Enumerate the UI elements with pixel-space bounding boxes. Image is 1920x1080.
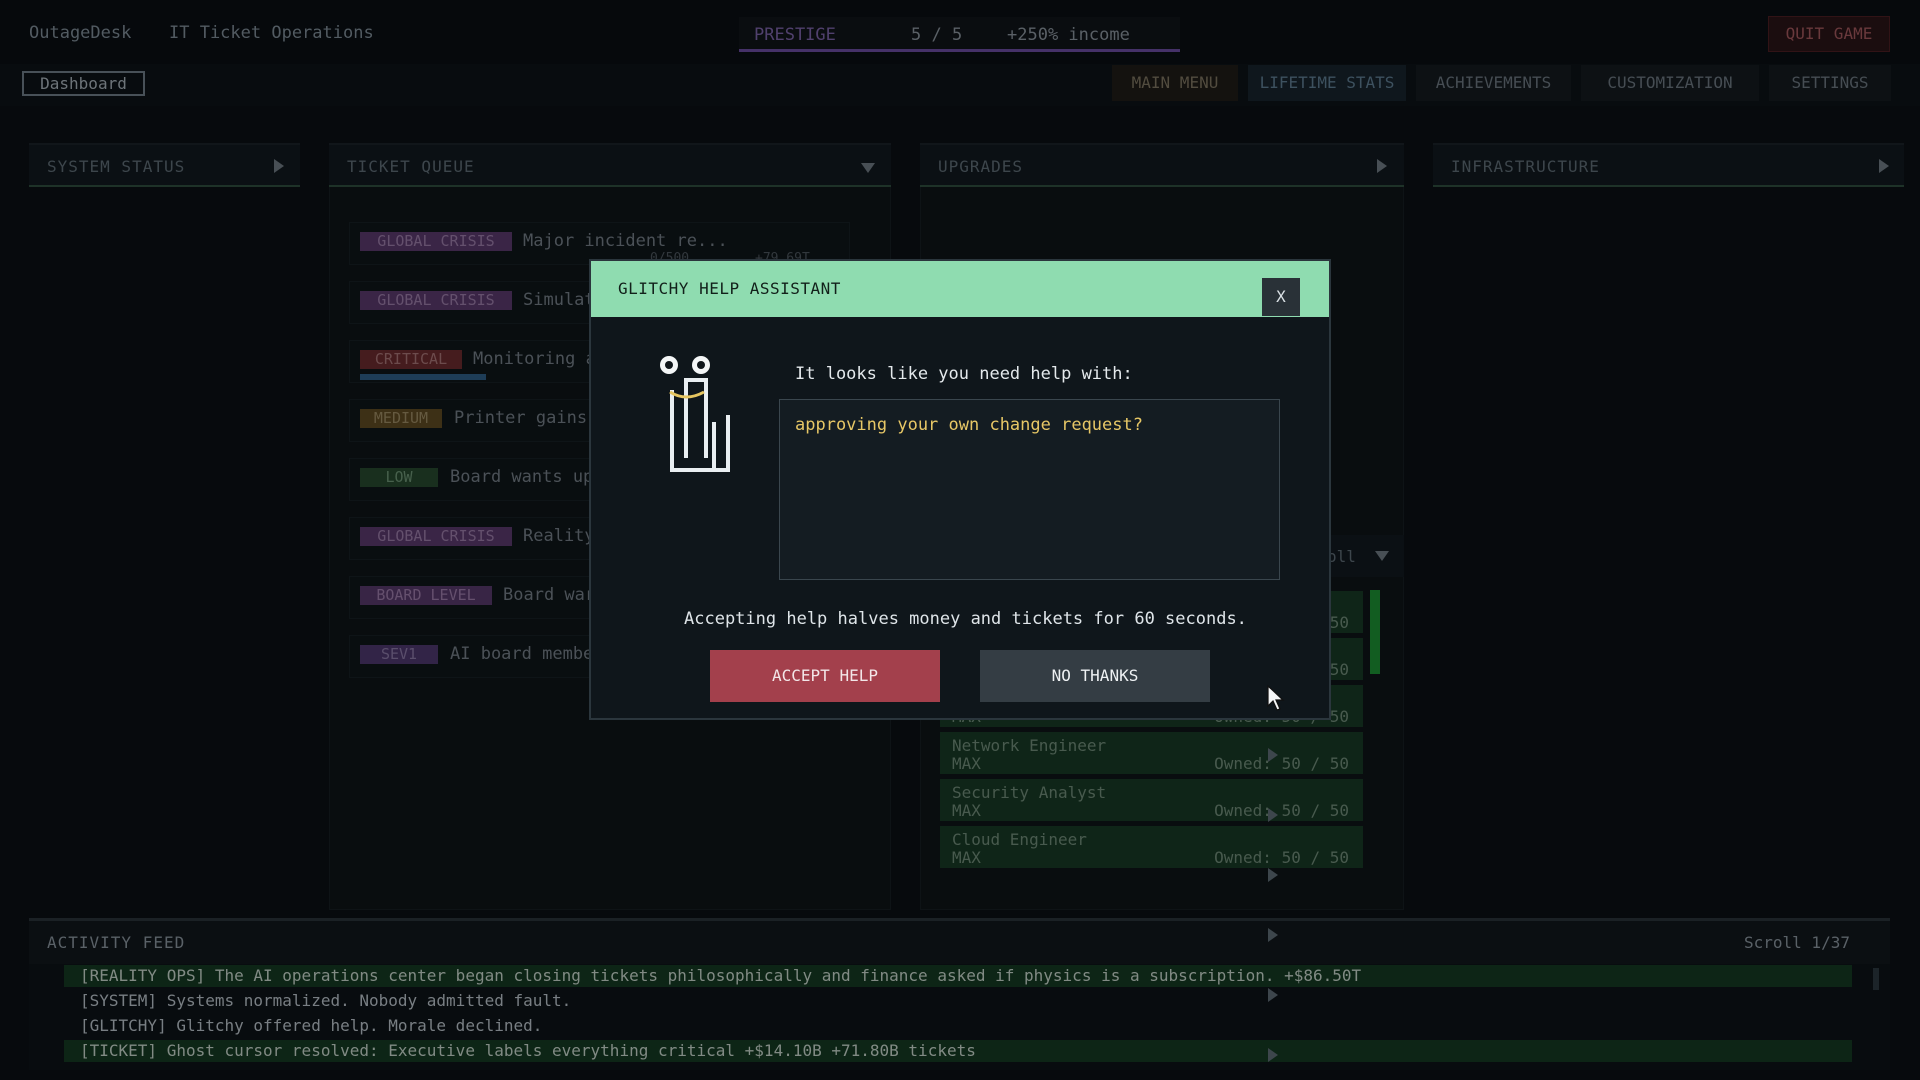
help-message: approving your own change request? bbox=[795, 415, 1143, 435]
help-warning: Accepting help halves money and tickets … bbox=[684, 609, 1247, 629]
accept-help-button[interactable]: ACCEPT HELP bbox=[710, 650, 940, 702]
help-prompt: It looks like you need help with: bbox=[795, 364, 1133, 384]
triangle-right-icon bbox=[1268, 988, 1278, 1002]
triangle-right-icon bbox=[1268, 808, 1278, 822]
close-button[interactable]: X bbox=[1262, 278, 1300, 316]
triangle-right-icon bbox=[1268, 748, 1278, 762]
triangle-right-icon bbox=[1268, 1048, 1278, 1062]
no-thanks-button[interactable]: NO THANKS bbox=[980, 650, 1210, 702]
triangle-right-icon bbox=[1268, 868, 1278, 882]
triangle-right-icon bbox=[1268, 928, 1278, 942]
paperclip-mascot-icon bbox=[660, 356, 730, 472]
mouse-cursor-icon bbox=[1267, 684, 1285, 711]
dialog-title: GLITCHY HELP ASSISTANT bbox=[618, 279, 841, 298]
